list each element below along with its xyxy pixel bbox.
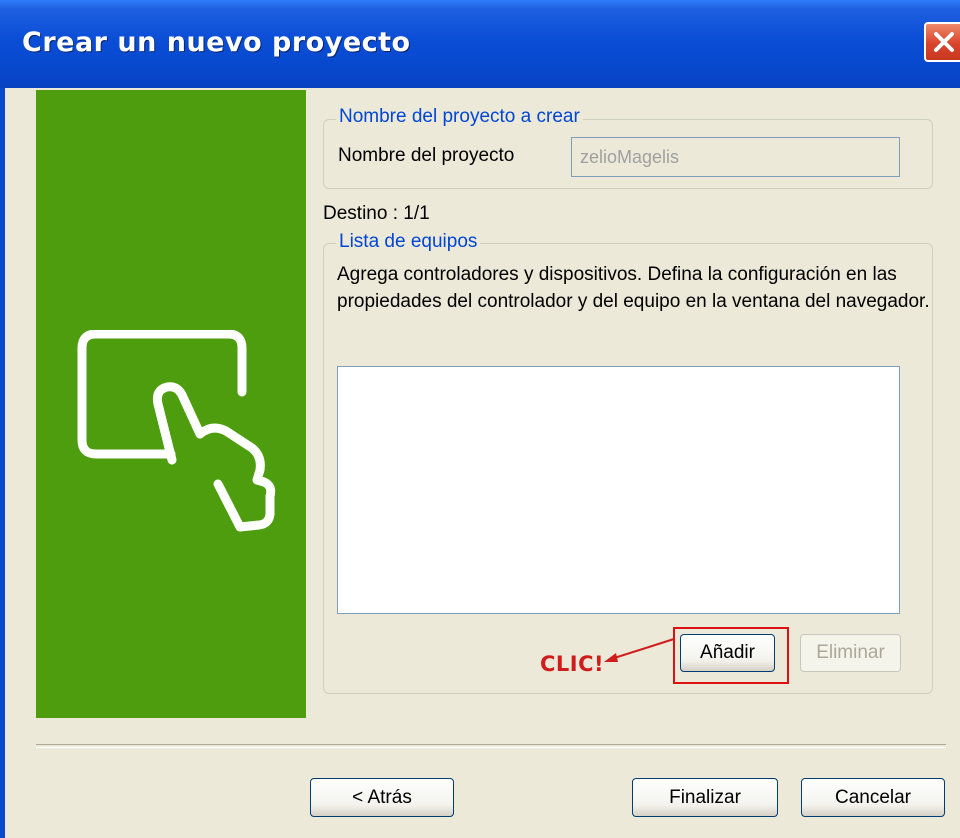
back-button[interactable]: < Atrás — [310, 778, 454, 817]
annotation-arrow — [604, 638, 675, 662]
finish-button[interactable]: Finalizar — [632, 778, 778, 817]
footer-separator — [36, 744, 946, 748]
cancel-button[interactable]: Cancelar — [801, 778, 945, 817]
